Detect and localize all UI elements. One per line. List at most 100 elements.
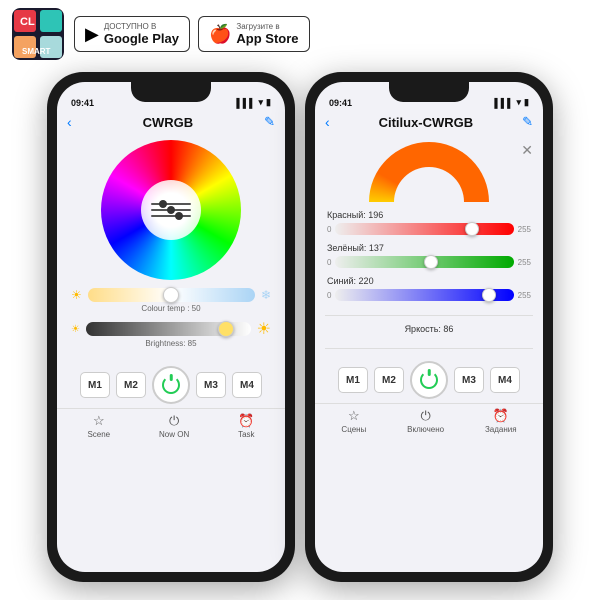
btn-m3-phone2[interactable]: M3 bbox=[454, 367, 484, 393]
green-label: Зелёный: 137 bbox=[327, 243, 531, 253]
btn-m2-phone1[interactable]: M2 bbox=[116, 372, 146, 398]
power-button-1[interactable] bbox=[152, 366, 190, 404]
top-banner: CL SMART ▶ ДОСТУПНО В Google Play 🍎 Загр… bbox=[0, 0, 600, 68]
color-arc-container: ✕ bbox=[315, 134, 543, 208]
power-tab-icon-1: ⏻ bbox=[169, 413, 179, 429]
blue-track[interactable] bbox=[335, 289, 513, 301]
cl-logo: CL SMART bbox=[12, 8, 64, 60]
color-temp-thumb[interactable] bbox=[163, 287, 179, 303]
blue-thumb[interactable] bbox=[482, 288, 496, 302]
tab-bar-1: ☆ Scene ⏻ Now ON ⏰ Task bbox=[57, 408, 285, 441]
store-badges: ▶ ДОСТУПНО В Google Play 🍎 Загрузите в A… bbox=[74, 16, 310, 52]
brightness-label-2: Яркость: 86 bbox=[327, 324, 531, 334]
green-row: Зелёный: 137 0 255 bbox=[327, 243, 531, 268]
btn-m1-phone2[interactable]: M1 bbox=[338, 367, 368, 393]
close-button-2[interactable]: ✕ bbox=[521, 142, 533, 159]
screen-title-2: Citilux-CWRGB bbox=[330, 115, 522, 130]
brightness-label-1: Brightness: 85 bbox=[71, 339, 271, 348]
tab-bar-2: ☆ Сцены ⏻ Включено ⏰ Задания bbox=[315, 403, 543, 436]
google-play-badge[interactable]: ▶ ДОСТУПНО В Google Play bbox=[74, 16, 190, 52]
task-icon-2: ⏰ bbox=[493, 408, 509, 424]
notch-1 bbox=[131, 82, 211, 102]
sun-warm-icon: ☀ bbox=[71, 288, 82, 302]
red-thumb[interactable] bbox=[465, 222, 479, 236]
blue-label: Синий: 220 bbox=[327, 276, 531, 286]
svg-text:CL: CL bbox=[20, 16, 35, 28]
btn-m2-phone2[interactable]: M2 bbox=[374, 367, 404, 393]
wheel-line-3 bbox=[151, 215, 191, 217]
red-slider-wrap: 0 255 bbox=[327, 223, 531, 235]
star-icon-2: ☆ bbox=[348, 408, 360, 424]
green-thumb[interactable] bbox=[424, 255, 438, 269]
phone-1-screen: 09:41 ▌▌▌ ▾ ▮ ‹ CWRGB ✎ bbox=[57, 82, 285, 572]
svg-text:SMART: SMART bbox=[22, 47, 51, 56]
color-wheel-1[interactable] bbox=[101, 140, 241, 280]
phone-2: 09:41 ▌▌▌ ▾ ▮ ‹ Citilux-CWRGB ✎ ✕ bbox=[305, 72, 553, 582]
signal-icon-2: ▌▌▌ bbox=[494, 98, 513, 108]
wheel-line-2 bbox=[151, 209, 191, 211]
green-slider-wrap: 0 255 bbox=[327, 256, 531, 268]
power-tab-icon-2: ⏻ bbox=[420, 408, 430, 424]
tab-power-label-1[interactable]: ⏻ Now ON bbox=[159, 413, 189, 439]
wifi-icon-1: ▾ bbox=[259, 97, 264, 108]
btn-m1-phone1[interactable]: M1 bbox=[80, 372, 110, 398]
power-button-2[interactable] bbox=[410, 361, 448, 399]
tab-power-label-2[interactable]: ⏻ Включено bbox=[407, 408, 444, 434]
tab-scene-1[interactable]: ☆ Scene bbox=[87, 413, 110, 439]
phone-2-screen: 09:41 ▌▌▌ ▾ ▮ ‹ Citilux-CWRGB ✎ ✕ bbox=[315, 82, 543, 572]
nav-bar-1: ‹ CWRGB ✎ bbox=[57, 110, 285, 134]
rgb-sliders: Красный: 196 0 255 Зелёный: 137 0 bbox=[315, 208, 543, 311]
blue-row: Синий: 220 0 255 bbox=[327, 276, 531, 301]
signal-icon-1: ▌▌▌ bbox=[236, 98, 255, 108]
tab-task-2[interactable]: ⏰ Задания bbox=[485, 408, 517, 434]
star-icon-1: ☆ bbox=[93, 413, 105, 429]
power-icon-2 bbox=[420, 371, 438, 389]
brightness-thumb-1[interactable] bbox=[218, 321, 234, 337]
tab-task-1[interactable]: ⏰ Task bbox=[238, 413, 254, 439]
edit-button-1[interactable]: ✎ bbox=[264, 114, 275, 130]
sun-bright-icon: ☀ bbox=[257, 319, 271, 339]
wheel-controls-1[interactable] bbox=[151, 203, 191, 217]
snow-icon: ❄ bbox=[261, 288, 271, 302]
blue-slider-wrap: 0 255 bbox=[327, 289, 531, 301]
divider-2 bbox=[325, 348, 533, 349]
red-label: Красный: 196 bbox=[327, 210, 531, 220]
power-icon-1 bbox=[162, 376, 180, 394]
sun-dim-icon: ☀ bbox=[71, 324, 80, 335]
red-row: Красный: 196 0 255 bbox=[327, 210, 531, 235]
brightness-row-1: ☀ ☀ bbox=[71, 319, 271, 339]
bottom-buttons-2: M1 M2 M3 M4 bbox=[315, 353, 543, 403]
slider-section-1: ☀ ❄ Colour temp : 50 ☀ ☀ Brightness: 85 bbox=[57, 284, 285, 358]
status-icons-1: ▌▌▌ ▾ ▮ bbox=[236, 97, 271, 108]
color-temp-track[interactable] bbox=[88, 288, 255, 302]
edit-button-2[interactable]: ✎ bbox=[522, 114, 533, 130]
google-play-icon: ▶ bbox=[85, 24, 99, 45]
notch-2 bbox=[389, 82, 469, 102]
brightness-track-1[interactable] bbox=[86, 322, 251, 336]
color-wheel-container-1 bbox=[57, 134, 285, 284]
red-track[interactable] bbox=[335, 223, 513, 235]
wheel-line-1 bbox=[151, 203, 191, 205]
tab-scene-2[interactable]: ☆ Сцены bbox=[341, 408, 366, 434]
app-store-badge[interactable]: 🍎 Загрузите в App Store bbox=[198, 16, 310, 52]
color-arc-inner bbox=[369, 142, 489, 202]
phone-1: 09:41 ▌▌▌ ▾ ▮ ‹ CWRGB ✎ bbox=[47, 72, 295, 582]
status-icons-2: ▌▌▌ ▾ ▮ bbox=[494, 97, 529, 108]
time-1: 09:41 bbox=[71, 98, 94, 108]
divider-1 bbox=[325, 315, 533, 316]
apple-icon: 🍎 bbox=[209, 24, 231, 45]
green-track[interactable] bbox=[335, 256, 513, 268]
wifi-icon-2: ▾ bbox=[517, 97, 522, 108]
btn-m3-phone1[interactable]: M3 bbox=[196, 372, 226, 398]
btn-m4-phone1[interactable]: M4 bbox=[232, 372, 262, 398]
battery-icon-1: ▮ bbox=[266, 97, 271, 108]
task-icon-1: ⏰ bbox=[238, 413, 254, 429]
google-play-text: ДОСТУПНО В Google Play bbox=[104, 22, 179, 46]
color-temp-label: Colour temp : 50 bbox=[71, 304, 271, 313]
brightness-section-2: Яркость: 86 bbox=[315, 320, 543, 344]
bottom-buttons-1: M1 M2 M3 M4 bbox=[57, 358, 285, 408]
time-2: 09:41 bbox=[329, 98, 352, 108]
color-arc[interactable] bbox=[369, 142, 489, 202]
btn-m4-phone2[interactable]: M4 bbox=[490, 367, 520, 393]
app-store-text: Загрузите в App Store bbox=[236, 22, 298, 46]
